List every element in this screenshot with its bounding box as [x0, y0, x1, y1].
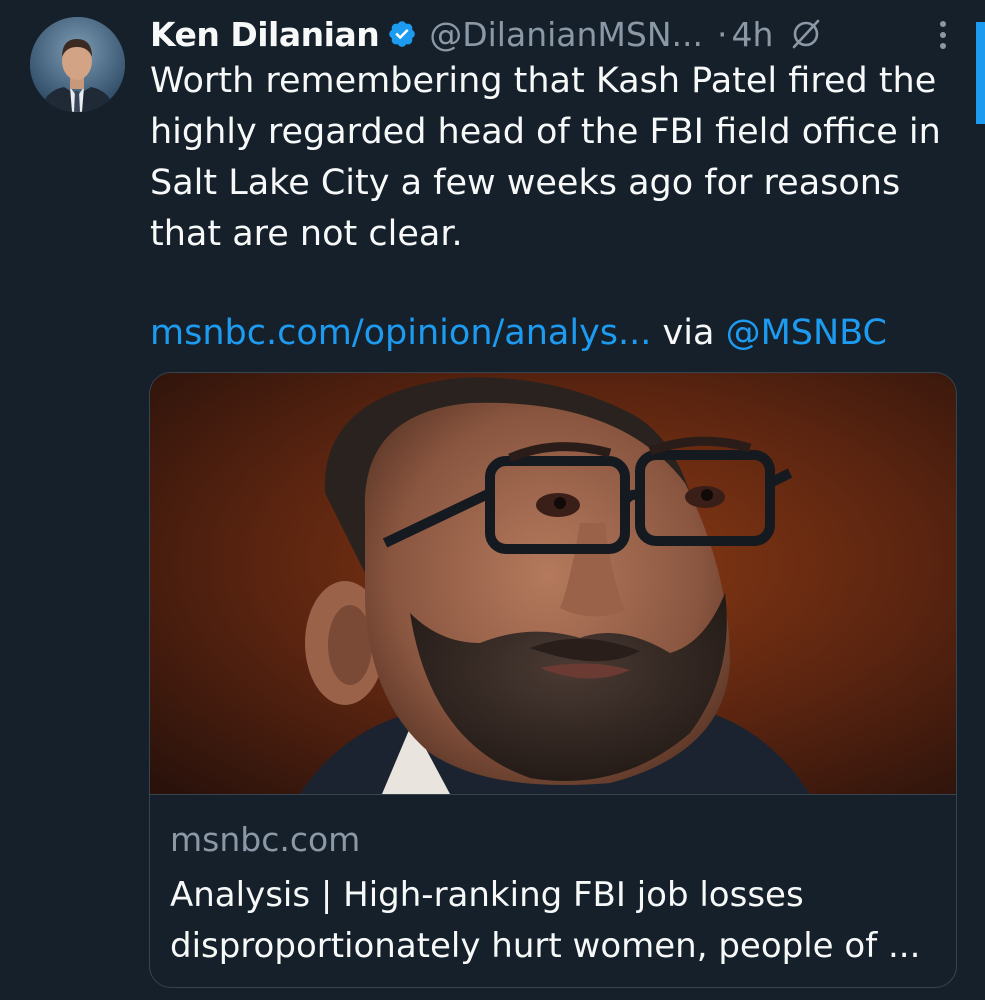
card-image[interactable] [150, 373, 956, 794]
tweet-link-line: msnbc.com/opinion/analys... via @MSNBC [150, 308, 887, 359]
tweet-text: Worth remembering that Kash Patel fired … [150, 61, 941, 254]
author-name[interactable]: Ken Dilanian [150, 15, 380, 54]
tweet-timestamp[interactable]: 4h [731, 15, 773, 54]
card-title[interactable]: Analysis | High-ranking FBI job losses d… [170, 870, 940, 972]
card-domain: msnbc.com [170, 820, 361, 859]
card-divider [150, 794, 956, 795]
article-link[interactable]: msnbc.com/opinion/analys... [150, 313, 651, 353]
scroll-indicator [976, 22, 985, 124]
via-text: via [651, 313, 726, 353]
link-preview-card[interactable]: msnbc.com Analysis | High-ranking FBI jo… [149, 372, 957, 988]
more-vertical-icon[interactable] [937, 18, 949, 52]
avatar[interactable] [30, 17, 125, 112]
author-handle[interactable]: @DilanianMSN... [429, 15, 703, 54]
separator-dot: · [716, 14, 728, 54]
grok-slash-icon[interactable] [789, 17, 823, 51]
verified-badge-icon [387, 19, 417, 49]
tweet-header: Ken Dilanian @DilanianMSN... · 4h [150, 10, 965, 58]
mention-link[interactable]: @MSNBC [726, 313, 887, 353]
tweet[interactable]: Ken Dilanian @DilanianMSN... · 4h Worth … [0, 0, 985, 1000]
